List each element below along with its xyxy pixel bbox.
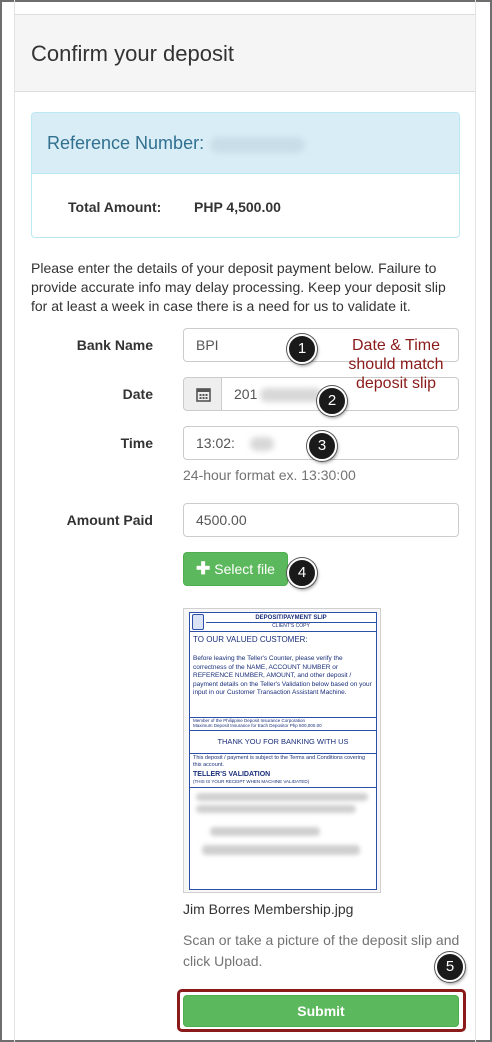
- bank-name-label: Bank Name: [76, 337, 153, 353]
- step-badge-5: 5: [435, 952, 465, 982]
- slip-validation: TELLER'S VALIDATION: [193, 771, 271, 778]
- amount-paid-label: Amount Paid: [66, 512, 153, 528]
- step-badge-3: 3: [307, 431, 337, 461]
- slip-divider: [190, 730, 376, 731]
- deposit-instructions: Please enter the details of your deposit…: [31, 260, 446, 314]
- slip-thanks: THANK YOU FOR BANKING WITH US: [217, 737, 349, 746]
- bank-logo-icon: [192, 614, 204, 630]
- slip-redacted: [196, 805, 356, 813]
- slip-greeting: TO OUR VALUED CUSTOMER:: [193, 635, 308, 644]
- time-value: 13:02:: [196, 435, 235, 451]
- uploaded-file-name: Jim Borres Membership.jpg: [183, 901, 354, 917]
- slip-body: Before leaving the Teller's Counter, ple…: [193, 655, 372, 696]
- date-label: Date: [122, 386, 153, 402]
- slip-terms: This deposit / payment is subject to the…: [193, 755, 366, 768]
- amount-paid-input[interactable]: 4500.00: [183, 503, 459, 537]
- submit-button[interactable]: Submit: [183, 995, 459, 1027]
- time-label: Time: [120, 435, 153, 451]
- page-title: Confirm your deposit: [31, 41, 234, 66]
- slip-divider: [190, 787, 376, 788]
- reference-panel: Reference Number: Total Amount: PHP 4,50…: [31, 112, 460, 238]
- select-file-label: Select file: [214, 561, 275, 577]
- step-badge-2: 2: [317, 386, 347, 416]
- calendar-icon[interactable]: [183, 377, 222, 411]
- plus-icon: ✚: [196, 559, 211, 578]
- date-redacted: [260, 388, 322, 402]
- slip-pdic-2: Maximum Deposit Insurance for Each Depos…: [193, 723, 322, 728]
- slip-redacted: [210, 827, 320, 836]
- panel-right-border: [475, 0, 476, 1042]
- time-format-help: 24-hour format ex. 13:30:00: [183, 467, 356, 483]
- slip-header: DEPOSIT/PAYMENT SLIP: [206, 613, 376, 623]
- step-badge-1: 1: [287, 334, 317, 364]
- date-value: 201: [234, 386, 258, 402]
- reference-panel-heading: Reference Number:: [32, 113, 459, 174]
- slip-redacted: [202, 845, 360, 855]
- annotation-callout: Date & Time should match deposit slip: [348, 337, 444, 392]
- deposit-slip-preview: DEPOSIT/PAYMENT SLIP CLIENT'S COPY TO OU…: [183, 608, 381, 893]
- slip-redacted: [196, 793, 368, 801]
- slip-divider: [190, 753, 376, 754]
- total-amount-label: Total Amount:: [68, 199, 162, 215]
- reference-number-label: Reference Number:: [47, 133, 205, 153]
- reference-number-redacted: [210, 137, 305, 153]
- slip-subheader: CLIENT'S COPY: [272, 623, 310, 629]
- time-redacted: [250, 437, 274, 451]
- select-file-button[interactable]: ✚ Select file: [183, 552, 288, 586]
- total-amount-value: PHP 4,500.00: [194, 199, 281, 215]
- step-badge-4: 4: [287, 558, 317, 588]
- panel-header: Confirm your deposit: [15, 14, 475, 92]
- deposit-slip-image: DEPOSIT/PAYMENT SLIP CLIENT'S COPY TO OU…: [189, 612, 377, 890]
- upload-help-text: Scan or take a picture of the deposit sl…: [183, 932, 460, 969]
- panel-left-border: [14, 0, 15, 1042]
- slip-divider: [190, 631, 376, 632]
- slip-validation-note: (THIS IS YOUR RECEIPT WHEN MACHINE VALID…: [193, 779, 310, 784]
